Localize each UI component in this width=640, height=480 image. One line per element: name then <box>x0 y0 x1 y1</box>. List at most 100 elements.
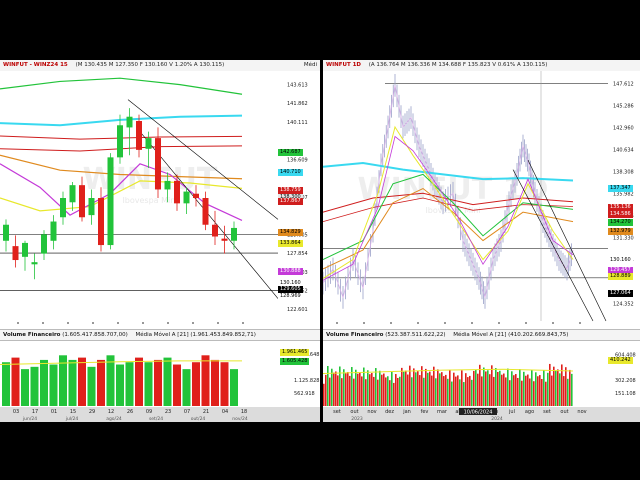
right-volume-bar <box>527 374 529 406</box>
right-volume-bar <box>389 380 391 406</box>
left-candle-body <box>164 180 171 190</box>
left-candle-body <box>231 227 237 241</box>
right-volume-bar <box>377 379 379 406</box>
right-volume-bar <box>473 370 475 406</box>
right-volume-bar <box>563 376 565 406</box>
right-volume-bar <box>537 376 539 406</box>
right-volume-bar <box>419 375 421 406</box>
left-price-axis-label: 122.601 <box>287 307 308 313</box>
left-candle-body <box>145 138 152 149</box>
right-price-axis-label: 138.308 <box>613 169 634 175</box>
right-volume-bar <box>471 379 473 406</box>
right-volume-bar <box>355 369 357 406</box>
right-volume-bar <box>333 372 335 406</box>
right-volume-bar <box>493 376 495 406</box>
left-candle-body <box>69 185 76 203</box>
left-volume-bar <box>49 364 58 406</box>
right-volume-bar <box>397 377 399 406</box>
right-volume-bar <box>439 373 441 406</box>
right-volume-bar <box>457 375 459 406</box>
right-volume-value: (523.387.511.622,22) <box>385 332 446 338</box>
left-indicator-menu[interactable]: Médi <box>304 60 317 71</box>
right-price-axis-label: 147.612 <box>613 81 634 87</box>
left-price-tag: 140.710 <box>278 169 303 176</box>
left-date-label: 18 <box>241 409 247 415</box>
right-volume-bar <box>413 368 415 406</box>
left-price-chart[interactable]: WINFUTIbovespa Mini143.613141.862140.111… <box>0 71 320 422</box>
left-volume-bar <box>21 369 29 406</box>
right-volume-header: Volume Financeiro (523.387.511.622,22) M… <box>323 329 640 341</box>
left-grid-dot <box>42 322 44 324</box>
left-ohlc-readout: (M 130.435 M 127.350 F 130.160 V 1.20% A… <box>75 62 225 68</box>
right-volume-bar <box>381 374 383 406</box>
right-volume-bar <box>519 369 521 406</box>
right-volume-bar <box>367 370 369 406</box>
right-price-tag: 130.160 <box>608 257 633 264</box>
left-volume-bar <box>182 369 191 406</box>
right-volume-bar <box>339 366 341 406</box>
left-volume-bar <box>220 362 229 406</box>
left-chart-panel[interactable]: WINFUT - WINZ24 15 (M 130.435 M 127.350 … <box>0 60 320 422</box>
left-grid-dot <box>217 322 219 324</box>
right-volume-bar <box>429 371 431 406</box>
right-symbol-label[interactable]: WINFUT 1D <box>326 62 361 68</box>
left-candle-body <box>107 157 114 246</box>
right-volume-bar <box>489 374 491 406</box>
right-volume-bar <box>447 378 449 406</box>
right-volume-bar <box>407 374 409 406</box>
left-volume-bar <box>106 355 115 406</box>
right-chart-panel[interactable]: WINFUT 1D (A 136.764 M 136.336 M 134.688… <box>323 60 640 422</box>
right-volume-bar <box>331 368 333 406</box>
right-volume-bar <box>545 381 547 406</box>
right-date-label: set <box>333 409 341 415</box>
left-volume-header: Volume Financeiro (1.605.417.858.707,00)… <box>0 329 320 341</box>
right-volume-bar <box>515 374 517 406</box>
right-volume-bar <box>497 371 499 406</box>
right-volume-bar <box>455 376 457 406</box>
right-date-label: dez <box>385 409 394 415</box>
right-price-tag: 128.889 <box>608 273 633 280</box>
left-volume-bar <box>201 355 210 406</box>
left-grid-dot <box>67 322 69 324</box>
left-price-axis-label: 141.862 <box>287 101 308 107</box>
right-volume-bar <box>487 370 489 406</box>
right-grid-dot <box>552 322 554 324</box>
right-volume-bar <box>401 367 403 406</box>
right-grid-dot <box>579 322 581 324</box>
right-price-tag: 127.064 <box>608 290 633 297</box>
left-grid-dot <box>142 322 144 324</box>
left-grid-dot <box>167 322 169 324</box>
right-volume-bar <box>499 370 501 406</box>
right-volume-bar <box>543 370 545 406</box>
left-candle-body <box>3 224 9 241</box>
right-price-chart[interactable]: WINFUT 1DIbovespa Mini147.612145.286142.… <box>323 71 640 422</box>
right-volume-bar <box>371 373 373 406</box>
left-symbol-label[interactable]: WINFUT - WINZ24 15 <box>3 62 70 68</box>
left-volume-value: (1.605.417.858.707,00) <box>62 332 128 338</box>
left-price-tag: 134.829 <box>278 229 303 236</box>
left-candle-body <box>50 221 57 241</box>
left-price-tag: 138.759 <box>278 187 303 194</box>
right-date-label: mar <box>437 409 448 415</box>
left-candle-body <box>126 116 133 128</box>
right-volume-bar <box>353 378 355 406</box>
right-volume-tag: 410.242 <box>608 357 633 364</box>
left-volume-title: Volume Financeiro <box>3 332 61 338</box>
right-volume-bar <box>417 371 419 406</box>
right-date-label: nov <box>577 409 586 415</box>
right-price-axis-label: 142.960 <box>613 125 634 131</box>
left-month-label: jun/24 <box>22 416 37 422</box>
right-volume-bar <box>475 369 477 406</box>
right-volume-bar <box>349 375 351 406</box>
left-month-label: nov/24 <box>232 416 248 422</box>
right-volume-bar <box>421 366 423 406</box>
right-volume-bar <box>373 376 375 406</box>
right-volume-bar <box>477 373 479 406</box>
left-ma-value: (1.961.453.849.852,71) <box>190 332 256 338</box>
left-month-label: jul/24 <box>65 416 79 422</box>
left-volume-axis-label: 562.918 <box>294 391 315 397</box>
right-volume-bar <box>555 370 557 406</box>
right-price-tag: 134.270 <box>608 219 633 226</box>
left-date-label: 21 <box>203 409 209 415</box>
left-month-label: ago/24 <box>106 416 122 422</box>
